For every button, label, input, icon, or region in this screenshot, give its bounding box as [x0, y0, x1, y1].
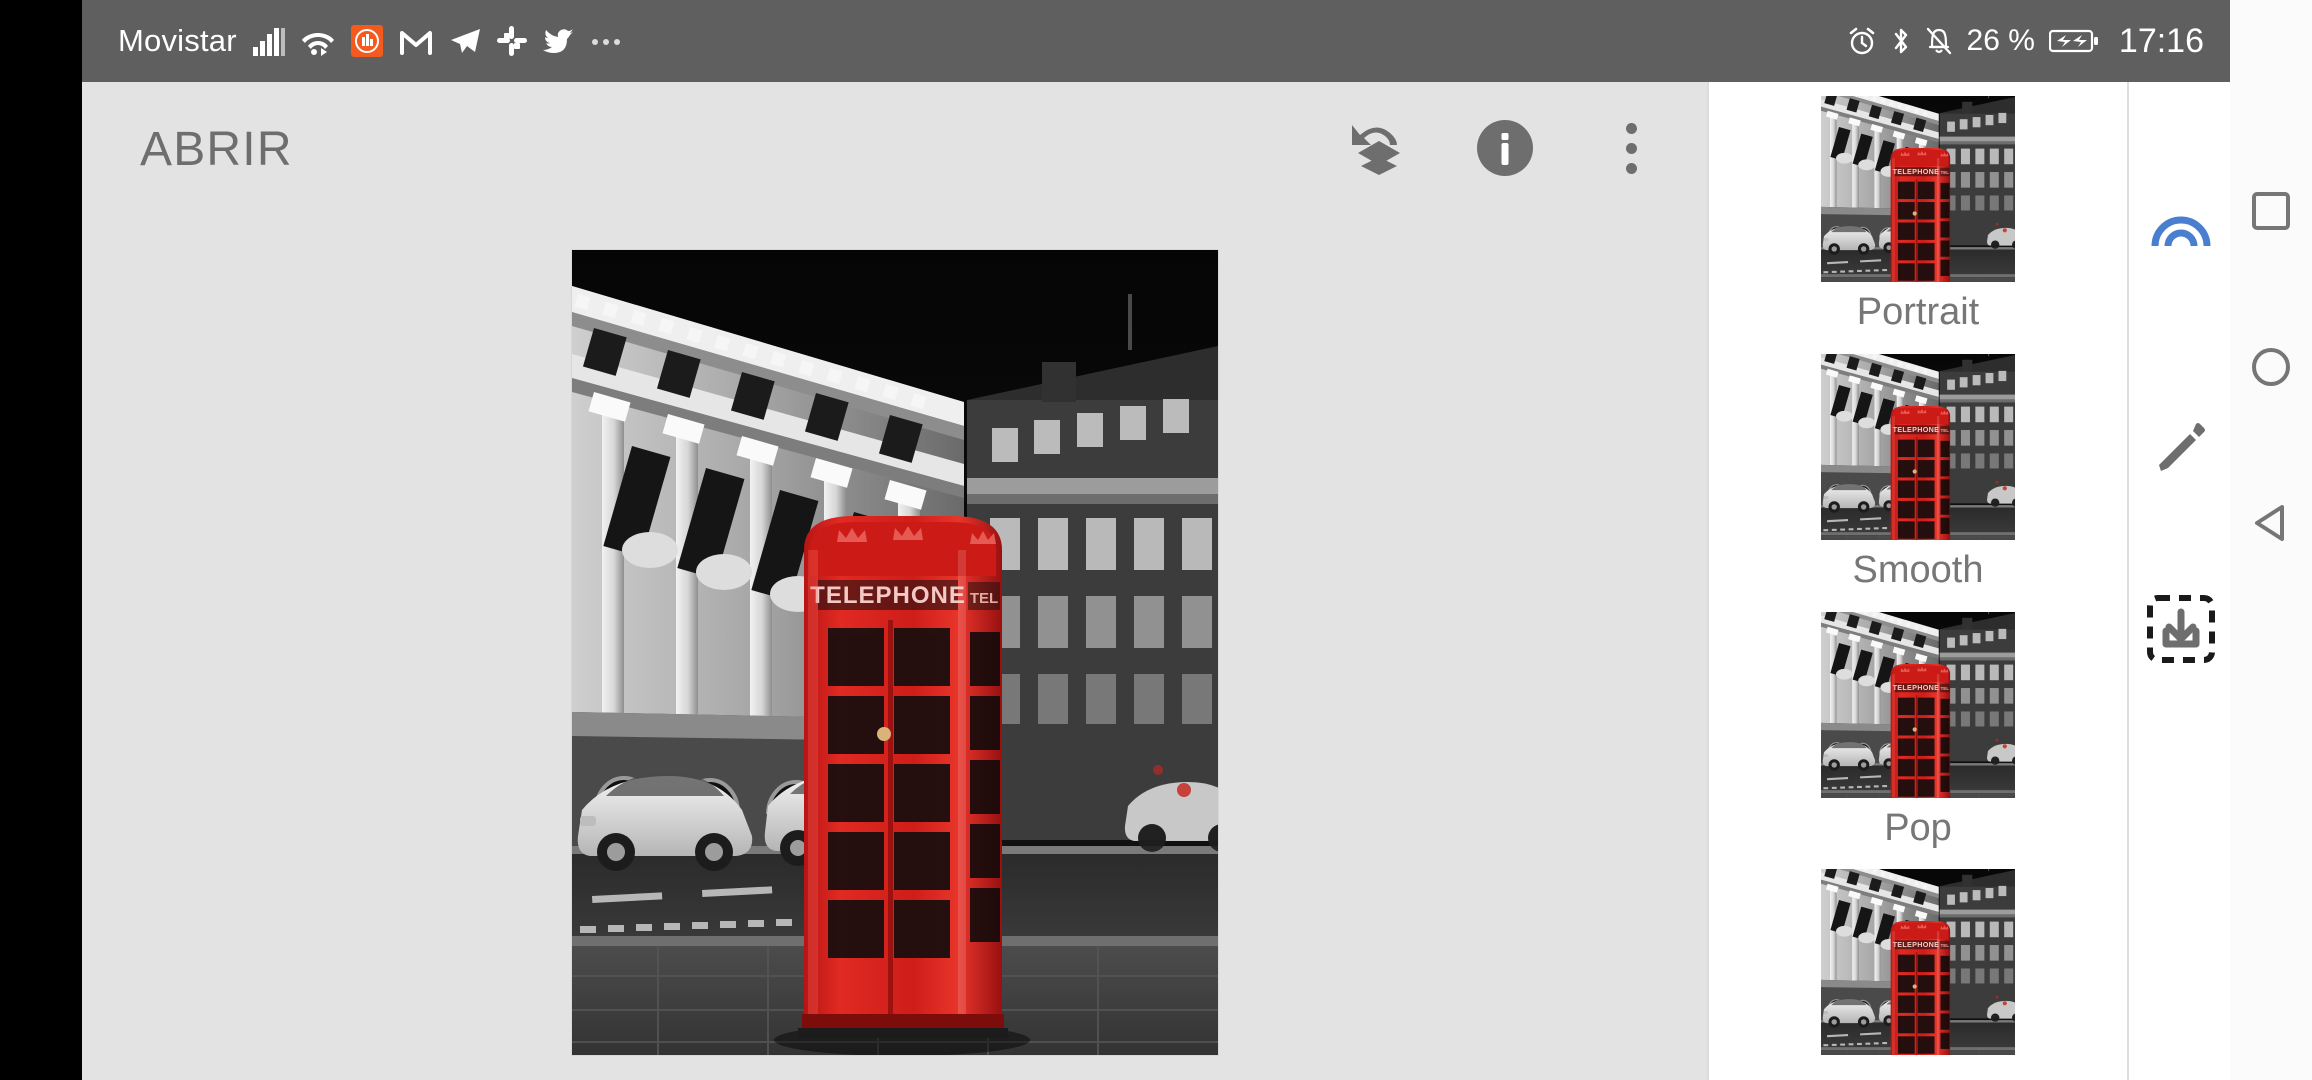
filter-item-portrait[interactable]: Portrait [1709, 82, 2127, 340]
wifi-icon [301, 26, 335, 56]
page-title: ABRIR [140, 123, 293, 176]
save-button[interactable] [2129, 577, 2232, 680]
filter-thumbnail [1821, 96, 2015, 282]
device-viewport: Movistar 26 % 17:16 ABRIR Portrait Smoot… [82, 0, 2230, 1080]
status-bar-left: Movistar [118, 23, 621, 59]
carrier-label: Movistar [118, 23, 237, 58]
slack-icon [496, 26, 527, 56]
filter-thumbnail [1821, 611, 2015, 798]
screen-root: Movistar 26 % 17:16 ABRIR Portrait Smoot… [0, 0, 2312, 1080]
filter-item-pop[interactable]: Pop [1709, 598, 2127, 856]
alarm-clock-icon [1847, 26, 1877, 56]
telegram-icon [449, 27, 481, 55]
filter-label: Portrait [1856, 291, 1980, 333]
bluetooth-icon [1891, 26, 1911, 56]
status-bar: Movistar 26 % 17:16 [82, 0, 2230, 82]
signal-bars-icon [252, 26, 285, 56]
letterbox-left [0, 0, 82, 1080]
twitter-icon [542, 27, 575, 55]
clock-label: 17:16 [2118, 21, 2204, 60]
filter-thumbnail [1821, 353, 2015, 540]
battery-percent-label: 26 % [1966, 24, 2035, 57]
edit-button[interactable] [2129, 397, 2232, 500]
mi-app-icon [350, 25, 383, 57]
filter-label: Smooth [1852, 548, 1984, 591]
more-notifications-icon [591, 35, 621, 47]
gmail-icon [399, 27, 433, 55]
recents-button[interactable] [2230, 170, 2312, 252]
editor-area: ABRIR [82, 82, 1707, 1080]
photo-canvas[interactable] [572, 250, 1218, 1055]
overflow-menu-button[interactable] [1593, 110, 1669, 186]
home-button[interactable] [2230, 326, 2312, 408]
filters-panel[interactable]: Portrait Smooth Pop [1707, 82, 2127, 1080]
filter-label: Pop [1884, 806, 1952, 849]
filter-thumbnail [1821, 869, 2015, 1056]
android-nav-rail [2230, 0, 2312, 1080]
undo-layers-button[interactable] [1341, 110, 1417, 186]
tools-rail [2127, 82, 2230, 1080]
editor-toolbar [1341, 110, 1669, 186]
overflow-dot [1625, 122, 1637, 134]
info-button[interactable] [1467, 110, 1543, 186]
back-button[interactable] [2230, 482, 2312, 564]
effects-button[interactable] [2129, 175, 2232, 278]
bell-muted-icon [1925, 26, 1953, 56]
overflow-dot [1625, 162, 1637, 174]
status-bar-right: 26 % 17:16 [1847, 22, 2204, 61]
overflow-dot [1625, 142, 1637, 154]
filter-item-smooth[interactable]: Smooth [1709, 340, 2127, 598]
filter-item-next[interactable] [1709, 855, 2127, 1071]
battery-charging-icon [2048, 28, 2099, 54]
